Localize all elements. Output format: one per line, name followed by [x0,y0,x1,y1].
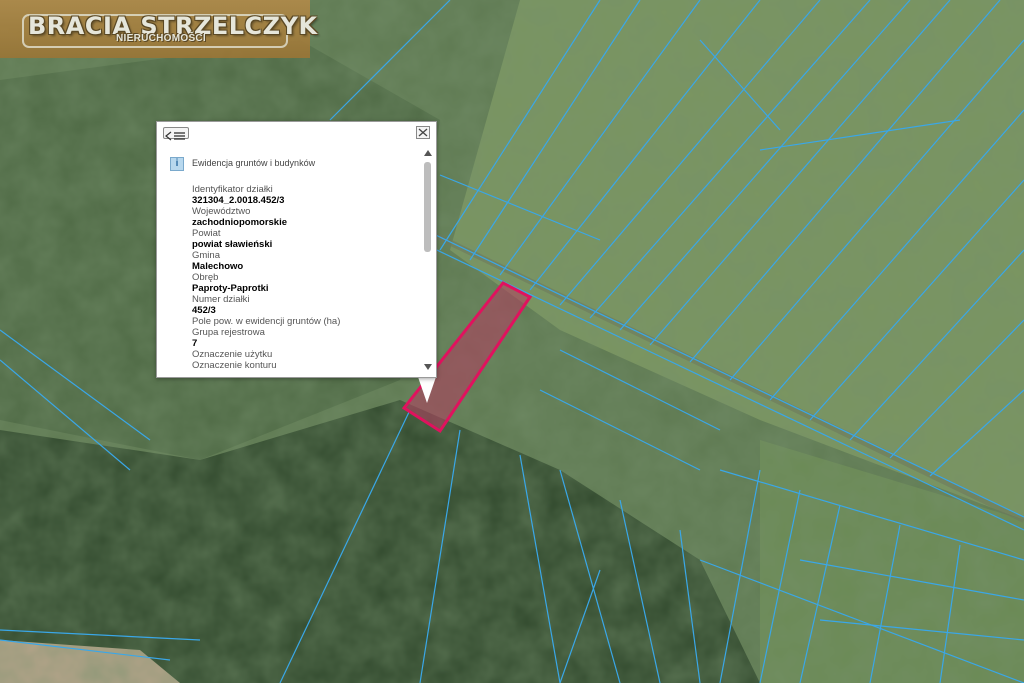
field-label: Gmina [192,250,220,261]
field-value: Paproty-Paprotki [192,283,269,294]
field-label: Województwo [192,206,251,217]
field-label: Grupa rejestrowa [192,327,265,338]
field-value: 321304_2.0018.452/3 [192,195,285,206]
close-button[interactable] [416,126,430,139]
field-label: Oznaczenie konturu [192,360,277,371]
logo-subtitle: NIERUCHOMOŚCI [116,33,207,44]
aerial-texture [0,0,1024,683]
info-icon: i [170,157,184,171]
section-title: Ewidencja gruntów i budynków [192,158,316,168]
field-value: 452/3 [192,305,216,316]
popup-pointer [418,377,436,403]
field-value: Malechowo [192,261,244,272]
popup-scrollbar[interactable] [422,148,434,376]
field-label: Oznaczenie użytku [192,349,273,360]
attribute-list: Identyfikator działki 321304_2.0018.452/… [192,184,422,377]
field-value: 7 [192,338,198,349]
field-label: Numer działki [192,294,250,305]
feature-info-popup: i Ewidencja gruntów i budynków Identyfik… [156,121,437,378]
field-label: Powiat [192,228,221,239]
field-value: zachodniopomorskie [192,217,288,228]
list-back-button[interactable] [163,127,189,141]
scroll-up-icon[interactable] [424,150,432,156]
field-label: Identyfikator działki [192,184,273,195]
field-label: Pole pow. w ewidencji gruntów (ha) [192,316,341,327]
field-value: powiat sławieński [192,239,273,250]
brand-logo: BRACIA STRZELCZYK NIERUCHOMOŚCI [0,0,317,58]
map-view[interactable] [0,0,1024,683]
field-label: Obręb [192,272,219,283]
scroll-down-icon[interactable] [424,364,432,370]
close-icon [418,128,428,137]
list-back-icon [165,131,185,141]
scroll-thumb[interactable] [424,162,431,252]
